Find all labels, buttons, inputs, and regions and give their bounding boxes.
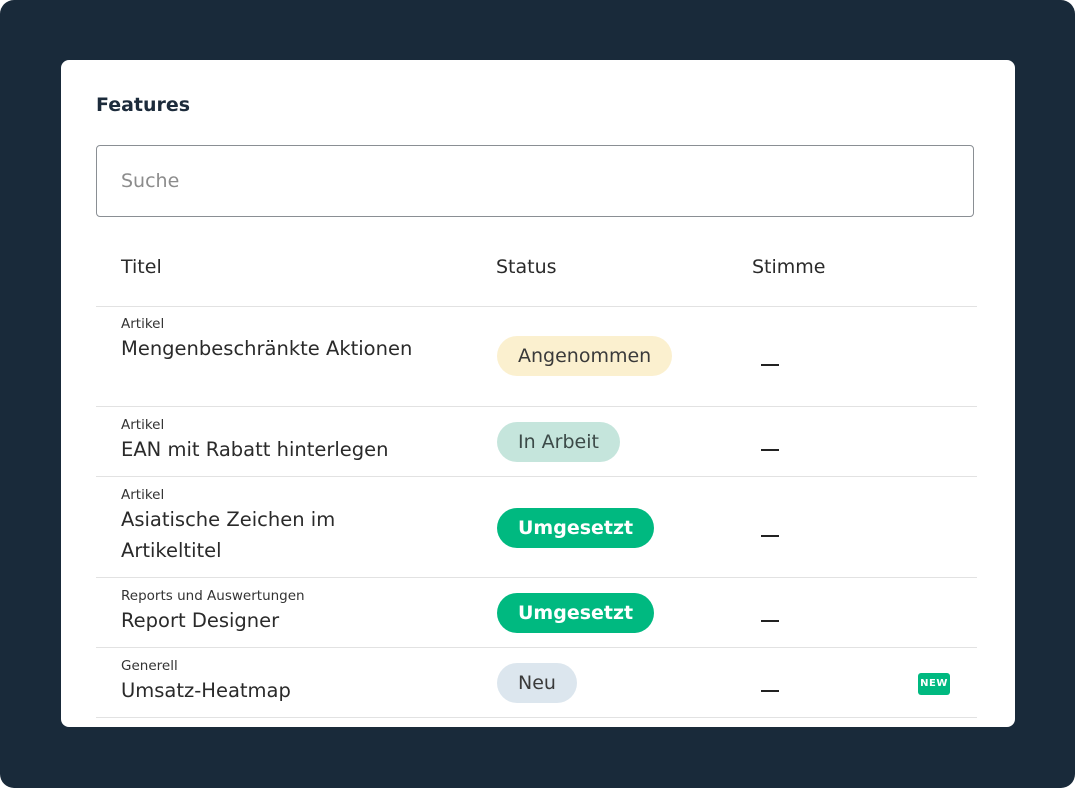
table-row[interactable]: Artikel Asiatische Zeichen im Artikeltit… (96, 477, 977, 578)
feature-category: Artikel (121, 316, 165, 332)
feature-title[interactable]: Umsatz-Heatmap (121, 675, 421, 706)
vote-indicator[interactable]: – (761, 449, 779, 451)
column-header-title[interactable]: Titel (121, 256, 162, 278)
table-header: Titel Status Stimme (96, 246, 977, 307)
app-frame: Features Titel Status Stimme Artikel Men… (0, 0, 1075, 788)
features-card: Features Titel Status Stimme Artikel Men… (61, 60, 1015, 727)
table-row[interactable]: Artikel EAN mit Rabatt hinterlegen In Ar… (96, 407, 977, 477)
status-badge: Umgesetzt (497, 593, 655, 633)
new-badge-icon: NEW (918, 673, 950, 695)
vote-indicator[interactable]: – (761, 535, 779, 537)
vote-indicator[interactable]: – (761, 690, 779, 692)
status-badge: Neu (497, 663, 577, 703)
feature-title[interactable]: EAN mit Rabatt hinterlegen (121, 434, 461, 465)
feature-category: Reports und Auswertungen (121, 588, 305, 604)
table-row[interactable]: Artikel Mengenbeschränkte Aktionen Angen… (96, 306, 977, 407)
search-input[interactable] (96, 145, 974, 217)
status-badge: In Arbeit (497, 422, 620, 462)
feature-title[interactable]: Asiatische Zeichen im Artikeltitel (121, 504, 421, 566)
status-badge: Umgesetzt (497, 508, 655, 548)
feature-category: Generell (121, 658, 178, 674)
feature-title[interactable]: Report Designer (121, 605, 421, 636)
feature-category: Artikel (121, 487, 165, 503)
table-row[interactable]: Reports und Auswertungen Report Designer… (96, 578, 977, 648)
feature-title[interactable]: Mengenbeschränkte Aktionen (121, 333, 421, 364)
column-header-vote[interactable]: Stimme (752, 256, 826, 278)
vote-indicator[interactable]: – (761, 364, 779, 366)
column-header-status[interactable]: Status (496, 256, 557, 278)
status-badge: Angenommen (497, 336, 673, 376)
feature-category: Artikel (121, 417, 165, 433)
table-row[interactable]: Generell Umsatz-Heatmap Neu – NEW (96, 648, 977, 718)
page-title: Features (96, 94, 191, 116)
vote-indicator[interactable]: – (761, 620, 779, 622)
